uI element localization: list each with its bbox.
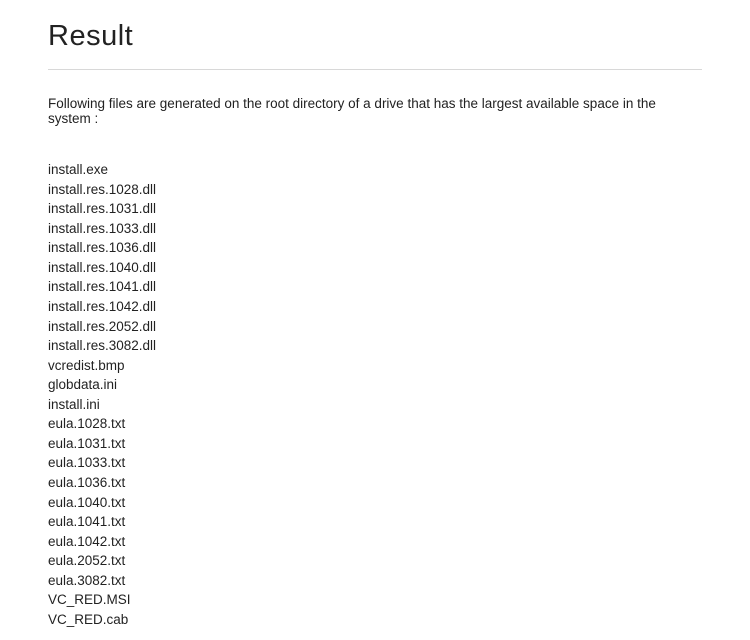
file-item: install.res.1042.dll	[48, 297, 702, 317]
file-item: install.res.1041.dll	[48, 277, 702, 297]
file-item: eula.1041.txt	[48, 512, 702, 532]
file-item: eula.1028.txt	[48, 414, 702, 434]
divider	[48, 69, 702, 70]
file-item: install.res.1036.dll	[48, 238, 702, 258]
file-item: globdata.ini	[48, 375, 702, 395]
file-item: VC_RED.cab	[48, 610, 702, 630]
file-item: install.res.1031.dll	[48, 199, 702, 219]
file-item: install.exe	[48, 160, 702, 180]
file-item: eula.2052.txt	[48, 551, 702, 571]
file-item: eula.1040.txt	[48, 493, 702, 513]
file-list: install.exeinstall.res.1028.dllinstall.r…	[48, 160, 702, 630]
file-item: eula.3082.txt	[48, 571, 702, 591]
description-text: Following files are generated on the roo…	[48, 96, 702, 126]
file-item: install.res.2052.dll	[48, 317, 702, 337]
file-item: vcredist.bmp	[48, 356, 702, 376]
file-item: eula.1033.txt	[48, 453, 702, 473]
result-heading: Result	[48, 20, 702, 53]
file-item: eula.1036.txt	[48, 473, 702, 493]
file-item: install.res.1028.dll	[48, 180, 702, 200]
file-item: VC_RED.MSI	[48, 590, 702, 610]
file-item: eula.1031.txt	[48, 434, 702, 454]
file-item: install.res.1033.dll	[48, 219, 702, 239]
file-item: install.res.1040.dll	[48, 258, 702, 278]
file-item: install.res.3082.dll	[48, 336, 702, 356]
file-item: install.ini	[48, 395, 702, 415]
file-item: eula.1042.txt	[48, 532, 702, 552]
